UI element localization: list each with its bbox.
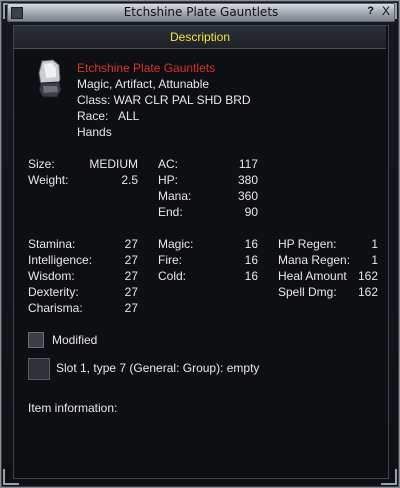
item-slot: Hands — [77, 125, 112, 139]
stat-label: Stamina: — [28, 237, 76, 251]
mod-label: HP Regen: — [278, 237, 337, 251]
resist-label: Magic: — [158, 237, 194, 251]
description-header: Description — [14, 26, 386, 49]
mana-value: 360 — [237, 189, 258, 203]
modified-label: Modified — [52, 333, 98, 347]
resist-label: Cold: — [158, 269, 187, 283]
gauntlets-icon — [38, 59, 62, 98]
stat-value: 27 — [124, 237, 138, 251]
size-value: MEDIUM — [89, 157, 138, 171]
end-value: 90 — [244, 205, 258, 219]
augment-slot-text: Slot 1, type 7 (General: Group): empty — [56, 361, 260, 375]
stat-label: Charisma: — [28, 301, 83, 315]
resist-value: 16 — [244, 269, 258, 283]
item-window: Etchshine Plate Gauntlets ? X Descriptio… — [0, 0, 400, 488]
hp-value: 380 — [237, 173, 258, 187]
item-race-value: ALL — [118, 109, 140, 123]
augment-slot[interactable] — [28, 358, 50, 380]
stat-value: 27 — [124, 285, 138, 299]
stat-label: Dexterity: — [28, 285, 79, 299]
modified-checkbox[interactable] — [28, 332, 44, 348]
item-classes: Class: WAR CLR PAL SHD BRD — [77, 93, 251, 107]
help-button[interactable]: ? — [367, 5, 374, 17]
mod-label: Mana Regen: — [278, 253, 351, 267]
ac-label: AC: — [158, 157, 179, 171]
description-title: Description — [169, 30, 231, 44]
hp-label: HP: — [158, 173, 179, 187]
ac-value: 117 — [238, 157, 258, 171]
mana-label: Mana: — [158, 189, 192, 203]
mod-value: 162 — [357, 269, 378, 283]
mod-label: Heal Amount — [278, 269, 347, 283]
mod-label: Spell Dmg: — [278, 285, 337, 299]
stat-value: 27 — [124, 253, 138, 267]
item-race-label: Race: — [77, 109, 109, 123]
item-info-label: Item information: — [28, 401, 118, 415]
resist-label: Fire: — [158, 253, 182, 267]
item-flags: Magic, Artifact, Attunable — [77, 77, 210, 91]
close-button[interactable]: X — [382, 4, 390, 18]
stat-value: 27 — [124, 269, 138, 283]
weight-label: Weight: — [28, 173, 69, 187]
stat-label: Wisdom: — [28, 269, 75, 283]
title-bar[interactable]: Etchshine Plate Gauntlets ? X — [7, 3, 395, 22]
stat-value: 27 — [124, 301, 138, 315]
window-title: Etchshine Plate Gauntlets — [123, 5, 279, 19]
mod-value: 162 — [357, 285, 378, 299]
resist-value: 16 — [244, 237, 258, 251]
mod-value: 1 — [371, 237, 378, 251]
size-label: Size: — [28, 157, 55, 171]
resist-value: 16 — [244, 253, 258, 267]
weight-value: 2.5 — [121, 173, 138, 187]
item-name: Etchshine Plate Gauntlets — [77, 61, 216, 75]
end-label: End: — [158, 205, 183, 219]
stat-label: Intelligence: — [28, 253, 93, 267]
mod-value: 1 — [371, 253, 378, 267]
